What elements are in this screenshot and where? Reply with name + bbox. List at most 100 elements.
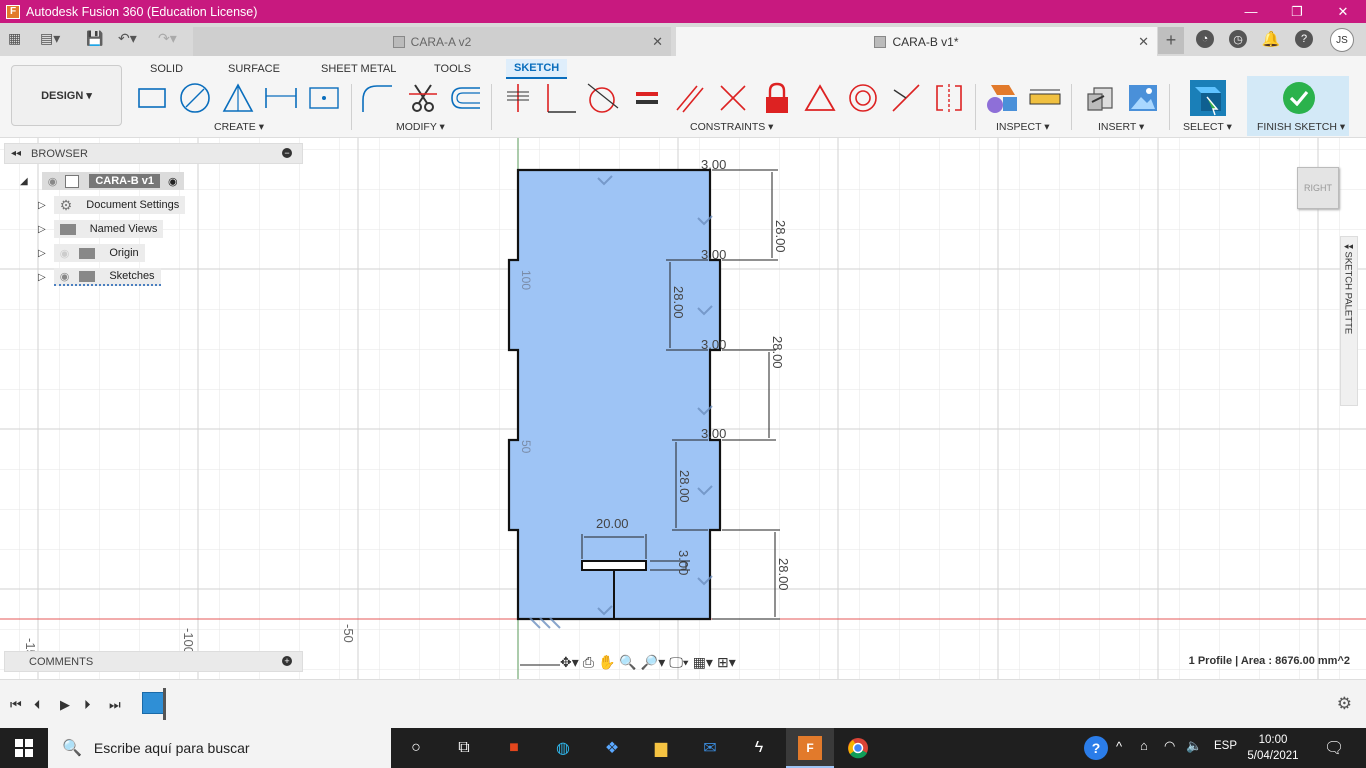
tab-sketch[interactable]: SKETCH <box>506 59 568 79</box>
input-language[interactable]: ESP <box>1214 740 1237 752</box>
viewcube[interactable]: RIGHT <box>1297 167 1339 209</box>
constraints-menu[interactable]: CONSTRAINTS ▾ <box>690 121 773 133</box>
pan-hand-icon[interactable]: ✋ <box>598 654 615 671</box>
browser-item-document-settings[interactable]: ▷ ⚙ Document Settings <box>38 196 186 214</box>
action-center-icon[interactable]: 🗨 <box>1324 738 1344 758</box>
grid-settings-icon[interactable]: ▦▾ <box>693 654 713 671</box>
mail-icon[interactable]: ✉ <box>698 736 722 760</box>
activate-radio-icon[interactable]: ◉ <box>168 175 178 188</box>
rectangle-tool-icon[interactable] <box>135 82 169 114</box>
fusion-taskbar-button[interactable]: F <box>786 728 834 768</box>
system-clock[interactable]: 10:00 5/04/2021 <box>1243 732 1303 764</box>
midpoint-triangle-constraint-icon[interactable] <box>803 82 837 114</box>
taskbar-search-box[interactable]: 🔍 Escribe aquí para buscar <box>48 728 391 768</box>
data-panel-grid-icon[interactable]: ▦ <box>8 30 21 47</box>
cortana-circle-icon[interactable]: ○ <box>404 736 428 760</box>
help-question-icon[interactable]: ? <box>1084 736 1108 760</box>
circle-tool-icon[interactable] <box>178 82 212 114</box>
inspect-menu[interactable]: INSPECT ▾ <box>996 121 1050 133</box>
trim-scissors-icon[interactable] <box>406 82 440 114</box>
sketch-palette-tab[interactable]: ◂◂ SKETCH PALETTE <box>1340 236 1358 406</box>
go-to-end-icon[interactable]: ⏭ <box>109 697 121 713</box>
close-tab-icon[interactable]: ✕ <box>1138 34 1149 50</box>
browser-item-named-views[interactable]: ▷ Named Views <box>38 220 164 238</box>
create-menu[interactable]: CREATE ▾ <box>214 121 264 133</box>
browser-root-node[interactable]: ◢ ◉ CARA-B v1 ◉ <box>20 172 184 190</box>
look-at-icon[interactable]: ⎙ <box>583 654 594 671</box>
parallel-constraint-icon[interactable] <box>672 82 706 114</box>
offset-tool-icon[interactable] <box>448 82 482 114</box>
expand-triangle-icon[interactable]: ▷ <box>38 200 46 211</box>
expand-triangle-icon[interactable]: ▷ <box>38 248 46 259</box>
orbit-icon[interactable]: ✥▾ <box>560 654 579 671</box>
dropbox-icon[interactable]: ❖ <box>600 736 624 760</box>
minimize-button[interactable]: — <box>1228 0 1274 23</box>
timeline-settings-gear-icon[interactable]: ⚙ <box>1337 694 1352 714</box>
app-lightning-icon[interactable]: ϟ <box>747 736 771 760</box>
step-forward-icon[interactable]: ⏵ <box>84 697 91 713</box>
insert-canvas-image-icon[interactable] <box>1126 82 1160 114</box>
new-tab-button[interactable]: + <box>1158 27 1184 54</box>
coincident-constraint-icon[interactable] <box>544 82 578 114</box>
task-view-icon[interactable]: ⧉ <box>452 736 476 760</box>
select-tool-icon[interactable] <box>1188 78 1228 118</box>
step-back-icon[interactable]: ⏴ <box>34 697 41 713</box>
modify-menu[interactable]: MODIFY ▾ <box>396 121 445 133</box>
triangle-polygon-tool-icon[interactable] <box>221 82 255 114</box>
tab-cara-a[interactable]: CARA-A v2 ✕ <box>193 27 671 56</box>
perpendicular-constraint-icon[interactable] <box>716 82 750 114</box>
file-explorer-icon[interactable]: ▆ <box>649 736 673 760</box>
tab-tools[interactable]: TOOLS <box>426 59 479 79</box>
workspace-switcher-button[interactable]: DESIGN ▾ <box>11 65 122 126</box>
visibility-eye-icon[interactable]: ◉ <box>60 270 70 283</box>
browser-panel-header[interactable]: ◂◂ BROWSER − <box>4 143 303 164</box>
job-status-icon[interactable]: ◷ <box>1229 30 1247 48</box>
hidden-eye-icon[interactable]: ◉ <box>60 247 70 260</box>
timeline-sketch-feature[interactable] <box>142 692 164 714</box>
tab-cara-b[interactable]: CARA-B v1* ✕ <box>676 27 1157 56</box>
fillet-tool-icon[interactable] <box>360 82 394 114</box>
show-hidden-icons-chevron-icon[interactable]: ^ <box>1116 739 1122 754</box>
inspect-section-analysis-icon[interactable] <box>985 82 1019 114</box>
tangent-constraint-icon[interactable] <box>586 82 620 114</box>
comments-panel-header[interactable]: COMMENTS + <box>4 651 303 672</box>
expand-triangle-icon[interactable]: ▷ <box>38 272 46 283</box>
collapse-triangle-icon[interactable]: ◢ <box>20 176 28 187</box>
file-menu-icon[interactable]: ▤▾ <box>40 30 60 47</box>
concentric-constraint-icon[interactable] <box>846 82 880 114</box>
measure-ruler-icon[interactable] <box>1028 82 1062 114</box>
undo-icon[interactable]: ↶▾ <box>118 30 137 47</box>
select-menu[interactable]: SELECT ▾ <box>1183 121 1232 133</box>
finish-sketch-button[interactable]: FINISH SKETCH ▾ <box>1247 76 1349 136</box>
save-icon[interactable]: 💾 <box>86 30 103 47</box>
close-tab-icon[interactable]: ✕ <box>652 34 663 50</box>
redo-icon[interactable]: ↷▾ <box>158 30 177 47</box>
symmetry-constraint-icon[interactable] <box>932 82 966 114</box>
wifi-icon[interactable]: ◠ <box>1164 738 1175 754</box>
fix-lock-constraint-icon[interactable] <box>760 82 794 114</box>
add-comment-icon[interactable]: + <box>282 656 292 666</box>
design-canvas[interactable]: -150 -100 -50 100 50 3.00 28.00 3.00 28.… <box>0 138 1366 679</box>
chrome-browser-icon[interactable] <box>846 736 870 760</box>
timeline-marker[interactable] <box>163 688 166 720</box>
horizontal-vertical-constraint-icon[interactable] <box>501 82 535 114</box>
close-window-button[interactable]: ✕ <box>1320 0 1366 23</box>
tab-sheet-metal[interactable]: SHEET METAL <box>313 59 404 79</box>
office-icon[interactable]: ■ <box>502 736 526 760</box>
tab-solid[interactable]: SOLID <box>142 59 191 79</box>
equal-constraint-icon[interactable] <box>630 82 664 114</box>
play-icon[interactable]: ▶ <box>60 697 70 713</box>
insert-menu[interactable]: INSERT ▾ <box>1098 121 1144 133</box>
collinear-constraint-icon[interactable] <box>889 82 923 114</box>
expand-triangle-icon[interactable]: ▷ <box>38 224 46 235</box>
extensions-icon[interactable]: ◔ <box>1196 30 1214 48</box>
browser-item-sketches[interactable]: ▷ ◉ Sketches <box>38 268 161 286</box>
browser-item-origin[interactable]: ▷ ◉ Origin <box>38 244 145 262</box>
notifications-bell-icon[interactable]: 🔔 <box>1262 30 1281 48</box>
point-tool-icon[interactable] <box>307 82 341 114</box>
dimension-line-tool-icon[interactable] <box>264 82 298 114</box>
tab-surface[interactable]: SURFACE <box>220 59 288 79</box>
zoom-icon[interactable]: 🔍 <box>619 654 636 671</box>
display-settings-icon[interactable]: 🖵▾ <box>669 654 688 671</box>
fit-zoom-icon[interactable]: 🔎▾ <box>641 654 665 671</box>
